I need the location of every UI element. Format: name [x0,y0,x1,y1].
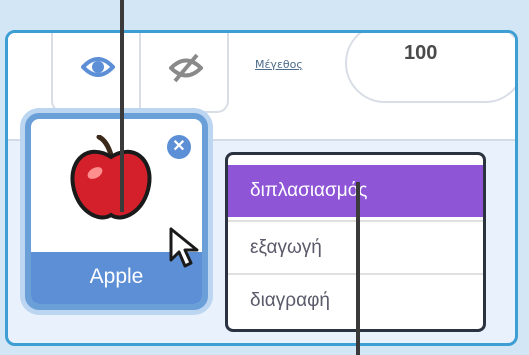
close-icon: ✕ [172,138,186,155]
sprite-thumbnail-apple[interactable]: ✕ Apple [25,113,208,310]
eye-slash-icon [169,53,203,83]
menu-item-label: εξαγωγή [250,237,322,258]
eye-icon [81,57,115,77]
callout-line-top [120,0,124,212]
sprite-name: Apple [89,265,144,288]
show-sprite-button[interactable] [51,33,141,113]
size-input[interactable]: 100 [345,33,515,103]
hide-sprite-button[interactable] [139,33,229,113]
size-value: 100 [404,42,438,64]
size-label: Μέγεθος [255,58,303,71]
menu-item-label: διαγραφή [250,290,330,311]
apple-icon [69,134,153,227]
mouse-cursor-icon [168,226,204,274]
menu-item-label: διπλασιασμός [250,180,368,201]
delete-sprite-button[interactable]: ✕ [165,133,193,161]
callout-line-bottom [356,182,360,355]
